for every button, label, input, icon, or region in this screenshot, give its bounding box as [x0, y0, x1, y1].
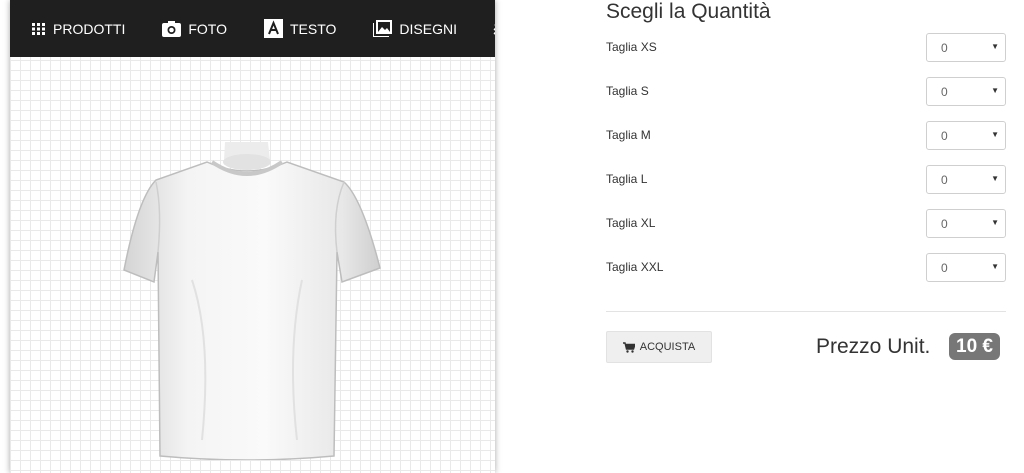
chevron-down-icon: ▼ — [991, 42, 999, 51]
buy-button[interactable]: ACQUISTA — [606, 331, 712, 363]
quantity-value: 0 — [941, 173, 948, 187]
size-row-s: Taglia S 0 ▼ — [606, 77, 1006, 106]
tool-products[interactable]: PRODOTTI — [32, 0, 125, 57]
tool-products-label: PRODOTTI — [53, 20, 126, 37]
layers-icon — [493, 20, 495, 38]
quantity-select-xs[interactable]: 0 ▼ — [926, 33, 1006, 62]
size-row-l: Taglia L 0 ▼ — [606, 165, 1006, 194]
size-label: Taglia XL — [606, 216, 656, 230]
designer-toolbar: PRODOTTI FOTO TESTO DISEGNI — [10, 0, 495, 57]
size-label: Taglia S — [606, 84, 649, 98]
quantity-select-s[interactable]: 0 ▼ — [926, 77, 1006, 106]
quantity-title: Scegli la Quantità — [606, 0, 771, 23]
tool-text[interactable]: TESTO — [263, 0, 337, 57]
quantity-select-xxl[interactable]: 0 ▼ — [926, 253, 1006, 282]
camera-icon — [162, 20, 182, 37]
grid-icon — [32, 22, 46, 35]
cart-icon — [622, 341, 635, 353]
buy-button-label: ACQUISTA — [639, 341, 696, 353]
quantity-select-m[interactable]: 0 ▼ — [926, 121, 1006, 150]
size-row-xxl: Taglia XXL 0 ▼ — [606, 253, 1006, 282]
tool-drawings-label: DISEGNI — [399, 20, 457, 37]
quantity-value: 0 — [941, 41, 948, 55]
quantity-value: 0 — [941, 217, 948, 231]
quantity-select-xl[interactable]: 0 ▼ — [926, 209, 1006, 238]
quantity-panel: Scegli la Quantità Taglia XS 0 ▼ Taglia … — [606, 0, 1006, 473]
size-label: Taglia M — [606, 128, 651, 142]
chevron-down-icon: ▼ — [991, 130, 999, 139]
size-label: Taglia L — [606, 172, 648, 186]
quantity-value: 0 — [941, 85, 948, 99]
unit-price-label: Prezzo Unit. — [816, 335, 931, 358]
size-label: Taglia XS — [606, 40, 657, 54]
chevron-down-icon: ▼ — [991, 262, 999, 271]
chevron-down-icon: ▼ — [991, 174, 999, 183]
text-icon — [263, 19, 283, 38]
divider — [606, 311, 1006, 312]
size-label: Taglia XXL — [606, 260, 664, 274]
unit-price-badge: 10 € — [949, 333, 1000, 360]
tool-drawings[interactable]: DISEGNI — [373, 0, 457, 57]
image-icon — [373, 20, 393, 37]
size-row-xs: Taglia XS 0 ▼ — [606, 33, 1006, 62]
tool-text-label: TESTO — [289, 20, 337, 37]
quantity-select-l[interactable]: 0 ▼ — [926, 165, 1006, 194]
size-row-m: Taglia M 0 ▼ — [606, 121, 1006, 150]
tool-photo[interactable]: FOTO — [162, 0, 227, 57]
chevron-down-icon: ▼ — [991, 218, 999, 227]
quantity-value: 0 — [941, 129, 948, 143]
tool-photo-label: FOTO — [188, 20, 227, 37]
tool-layers[interactable] — [493, 0, 495, 57]
size-row-xl: Taglia XL 0 ▼ — [606, 209, 1006, 238]
tshirt-image — [123, 142, 381, 460]
designer-canvas[interactable]: PRODOTTI FOTO TESTO DISEGNI — [10, 0, 495, 473]
quantity-value: 0 — [941, 261, 948, 275]
chevron-down-icon: ▼ — [991, 86, 999, 95]
